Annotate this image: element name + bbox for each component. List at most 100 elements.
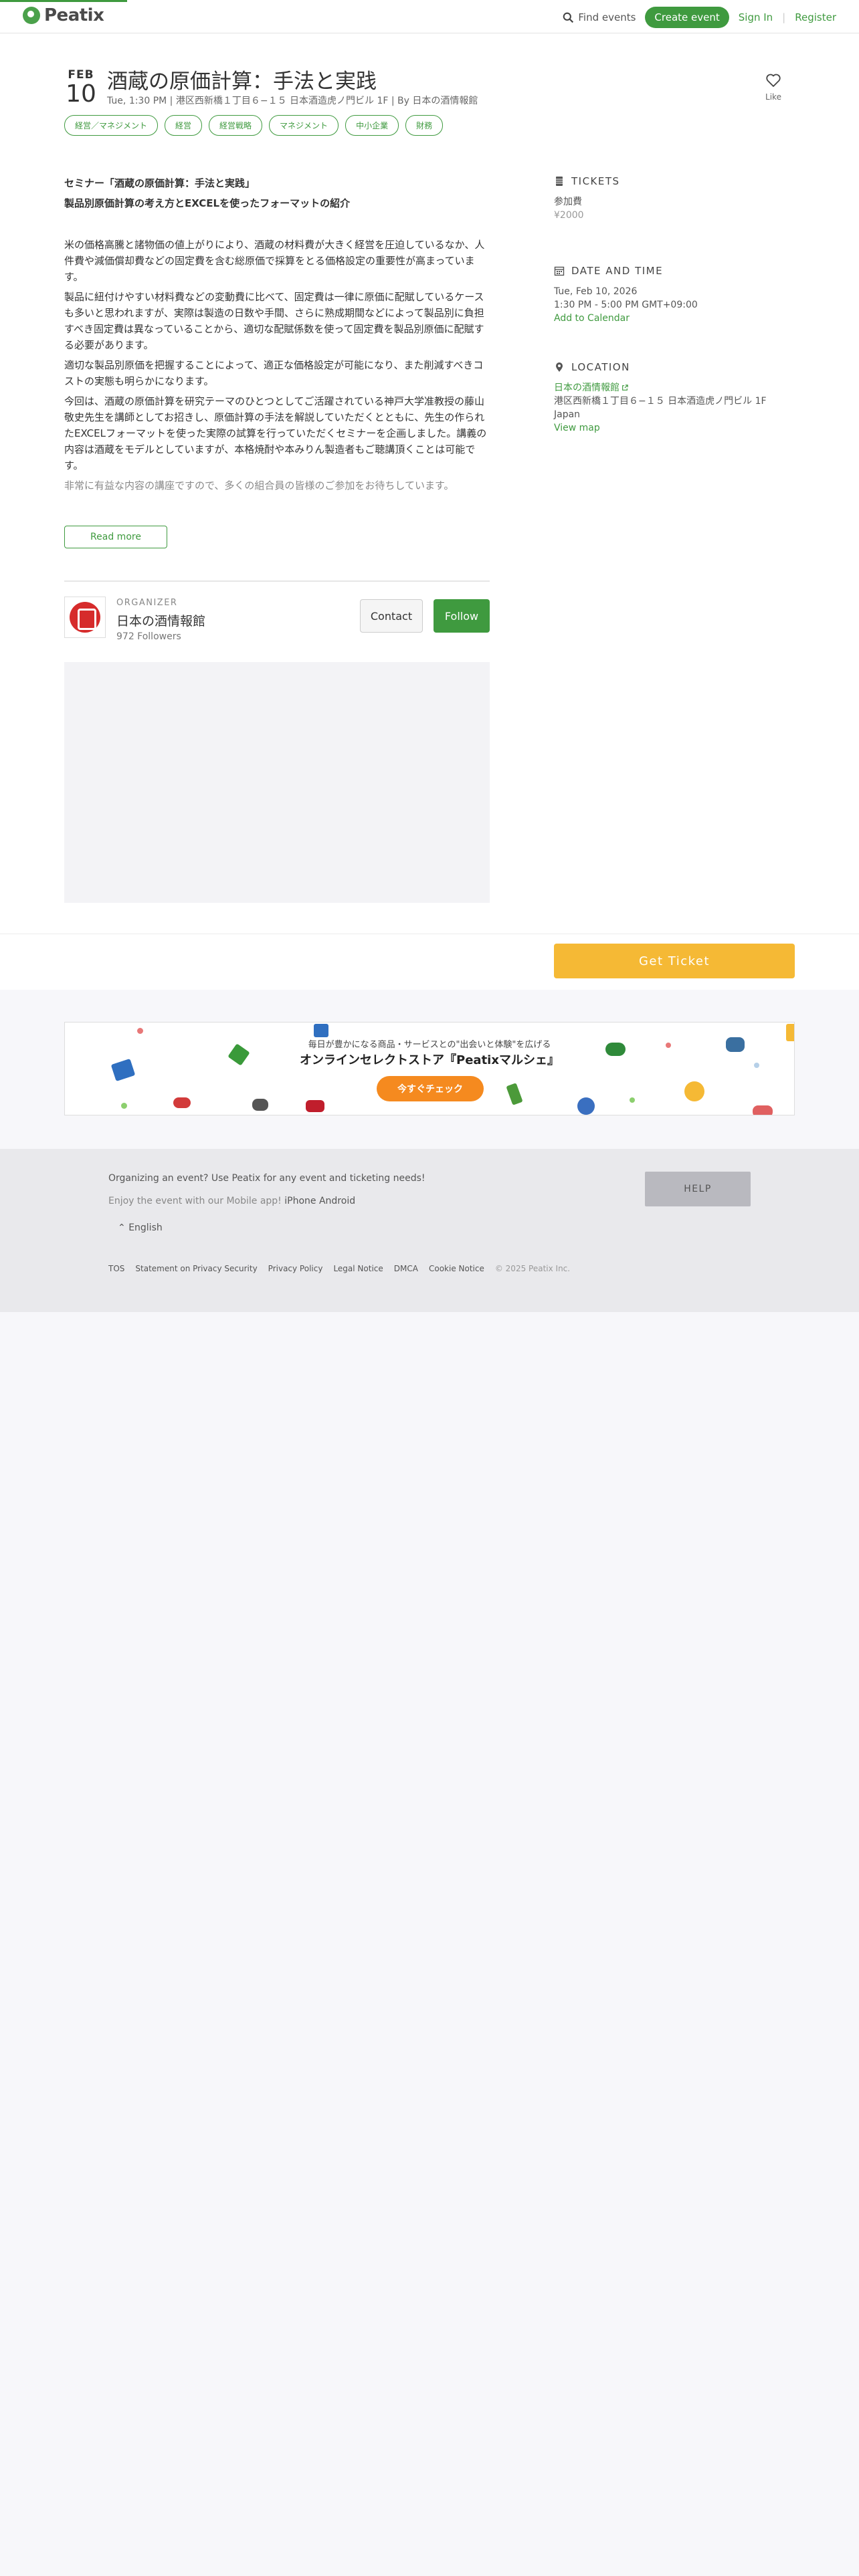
decor-shape bbox=[506, 1083, 523, 1105]
search-icon bbox=[563, 12, 574, 23]
site-footer: Organizing an event? Use Peatix for any … bbox=[0, 1149, 859, 1312]
organizer-followers: 972 Followers bbox=[116, 631, 181, 642]
event-title: 酒蔵の原価計算：手法と実践 bbox=[107, 70, 377, 94]
venue-link[interactable]: 日本の酒情報館 bbox=[554, 381, 795, 395]
banner-subtitle: 毎日が豊かになる商品・サービスとの"出会いと体験"を広げる bbox=[308, 1040, 551, 1050]
tag-list: 経営／マネジメント 経営 経営戦略 マネジメント 中小企業 財務 bbox=[64, 115, 444, 136]
view-map-link[interactable]: View map bbox=[554, 421, 795, 435]
peatix-logo[interactable]: Peatix bbox=[23, 5, 104, 25]
decor-shape bbox=[137, 1028, 143, 1034]
top-nav-bar: Peatix Find events Create event Sign In … bbox=[0, 0, 859, 33]
venue-country: Japan bbox=[554, 409, 581, 420]
decor-shape bbox=[684, 1081, 704, 1101]
help-button[interactable]: HELP bbox=[645, 1172, 751, 1206]
datetime-section: DATE AND TIME Tue, Feb 10, 2026 1:30 PM … bbox=[554, 265, 795, 325]
decor-shape bbox=[753, 1105, 773, 1115]
footer-mobile-prefix: Enjoy the event with our Mobile app! bbox=[108, 1196, 282, 1206]
organizer-name[interactable]: 日本の酒情報館 bbox=[116, 611, 205, 629]
event-meta: Tue, 1:30 PM | 港区西新橋１丁目６−１５ 日本酒造虎ノ門ビル 1F… bbox=[107, 96, 478, 106]
event-date-block: FEB 10 bbox=[64, 68, 98, 107]
organizer-logo-mark bbox=[70, 602, 100, 633]
marche-promo-banner[interactable]: 毎日が豊かになる商品・サービスとの"出会いと体験"を広げる オンラインセレクトス… bbox=[64, 1022, 795, 1115]
description-paragraph: 製品に紐付けやすい材料費などの変動費に比べて、固定費は一律に原価に配賦しているケ… bbox=[64, 291, 484, 351]
register-link[interactable]: Register bbox=[795, 11, 836, 23]
footer-link-tos[interactable]: TOS bbox=[108, 1264, 124, 1273]
find-events-label: Find events bbox=[578, 11, 636, 23]
find-events-link[interactable]: Find events bbox=[563, 11, 636, 23]
footer-organize-text: Organizing an event? Use Peatix for any … bbox=[108, 1173, 425, 1184]
datetime-heading: DATE AND TIME bbox=[554, 265, 795, 277]
description-paragraph: 米の価格高騰と諸物価の値上がりにより、酒蔵の材料費が大きく経営を圧迫しているなか… bbox=[64, 239, 485, 283]
contact-button[interactable]: Contact bbox=[360, 599, 423, 633]
description-paragraph: 今回は、酒蔵の原価計算を研究テーマのひとつとしてご活躍されている神戸大学准教授の… bbox=[64, 395, 487, 471]
tag-item[interactable]: 経営／マネジメント bbox=[64, 115, 159, 136]
location-pin-icon bbox=[556, 362, 563, 372]
venue-address: 港区西新橋１丁目６−１５ 日本酒造虎ノ門ビル 1F bbox=[554, 396, 767, 407]
decor-shape bbox=[252, 1099, 268, 1111]
footer-link-privacy-security[interactable]: Statement on Privacy Security bbox=[135, 1264, 257, 1273]
event-date-text: Tue, Feb 10, 2026 bbox=[554, 286, 638, 297]
iphone-link[interactable]: iPhone bbox=[284, 1196, 316, 1206]
organizer-divider bbox=[64, 580, 490, 582]
banner-title: オンラインセレクトストア『Peatixマルシェ』 bbox=[300, 1053, 559, 1067]
organizer-label: ORGANIZER bbox=[116, 598, 178, 608]
tag-item[interactable]: 経営 bbox=[165, 115, 203, 136]
description-faded-line: 非常に有益な内容の講座ですので、多くの組合員の皆様のご参加をお待ちしています。 bbox=[64, 479, 454, 492]
datetime-heading-label: DATE AND TIME bbox=[571, 265, 664, 277]
location-heading-label: LOCATION bbox=[571, 361, 630, 373]
description-heading: セミナー「酒蔵の原価計算：手法と実践」 bbox=[64, 177, 256, 189]
like-label: Like bbox=[765, 92, 781, 102]
event-time-text: 1:30 PM - 5:00 PM GMT+09:00 bbox=[554, 300, 698, 310]
footer-link-legal-notice[interactable]: Legal Notice bbox=[333, 1264, 383, 1273]
tag-item[interactable]: マネジメント bbox=[269, 115, 339, 136]
nav-separator: | bbox=[782, 11, 786, 23]
event-description: セミナー「酒蔵の原価計算：手法と実践」 製品別原価計算の考え方とEXCELを使っ… bbox=[64, 175, 490, 498]
footer-mobile-text: Enjoy the event with our Mobile app! iPh… bbox=[108, 1196, 355, 1206]
venue-name: 日本の酒情報館 bbox=[554, 383, 619, 393]
event-month: FEB bbox=[68, 68, 94, 82]
chevron-up-icon: ⌃ bbox=[118, 1222, 126, 1233]
tickets-heading: TICKETS bbox=[554, 175, 795, 187]
tag-item[interactable]: 財務 bbox=[405, 115, 444, 136]
location-section: LOCATION 日本の酒情報館 港区西新橋１丁目６−１５ 日本酒造虎ノ門ビル … bbox=[554, 361, 795, 435]
add-to-calendar-link[interactable]: Add to Calendar bbox=[554, 312, 795, 325]
footer-links: TOS Statement on Privacy Security Privac… bbox=[108, 1264, 570, 1273]
language-selector[interactable]: ⌃ English bbox=[118, 1222, 163, 1233]
footer-link-privacy-policy[interactable]: Privacy Policy bbox=[268, 1264, 323, 1273]
tag-item[interactable]: 中小企業 bbox=[345, 115, 399, 136]
external-link-icon bbox=[622, 385, 628, 391]
banner-check-button[interactable]: 今すぐチェック bbox=[377, 1076, 484, 1101]
get-ticket-button[interactable]: Get Ticket bbox=[554, 944, 795, 978]
description-subheading: 製品別原価計算の考え方とEXCELを使ったフォーマットの紹介 bbox=[64, 197, 351, 209]
android-link[interactable]: Android bbox=[319, 1196, 355, 1206]
map-placeholder bbox=[64, 662, 490, 903]
organizer-avatar[interactable] bbox=[64, 597, 106, 638]
tickets-section: TICKETS 参加費 ¥2000 bbox=[554, 175, 795, 222]
decor-shape bbox=[173, 1097, 191, 1108]
read-more-button[interactable]: Read more bbox=[64, 526, 167, 548]
ticket-name: 参加費 bbox=[554, 197, 582, 207]
decor-shape bbox=[306, 1100, 324, 1112]
heart-icon bbox=[766, 74, 781, 87]
language-label: English bbox=[128, 1222, 163, 1233]
decor-shape bbox=[121, 1103, 127, 1109]
decor-shape bbox=[630, 1097, 635, 1103]
ticket-action-bar: Get Ticket bbox=[0, 934, 859, 990]
ticket-price: ¥2000 bbox=[554, 210, 584, 221]
decor-shape bbox=[577, 1097, 595, 1115]
footer-copyright: © 2025 Peatix Inc. bbox=[494, 1264, 571, 1273]
top-accent-line bbox=[0, 0, 127, 2]
tickets-heading-label: TICKETS bbox=[571, 175, 620, 187]
peatix-logo-icon bbox=[23, 7, 40, 24]
footer-link-dmca[interactable]: DMCA bbox=[394, 1264, 418, 1273]
event-day: 10 bbox=[66, 80, 96, 108]
tag-item[interactable]: 経営戦略 bbox=[209, 115, 263, 136]
create-event-button[interactable]: Create event bbox=[645, 7, 729, 28]
follow-button[interactable]: Follow bbox=[434, 599, 490, 633]
nav-actions: Find events Create event Sign In | Regis… bbox=[563, 7, 836, 28]
sign-in-link[interactable]: Sign In bbox=[739, 11, 773, 23]
like-button[interactable]: Like bbox=[761, 72, 785, 102]
event-main-card: FEB 10 酒蔵の原価計算：手法と実践 Tue, 1:30 PM | 港区西新… bbox=[0, 33, 859, 934]
footer-link-cookie-notice[interactable]: Cookie Notice bbox=[429, 1264, 484, 1273]
logo-text: Peatix bbox=[44, 5, 104, 25]
